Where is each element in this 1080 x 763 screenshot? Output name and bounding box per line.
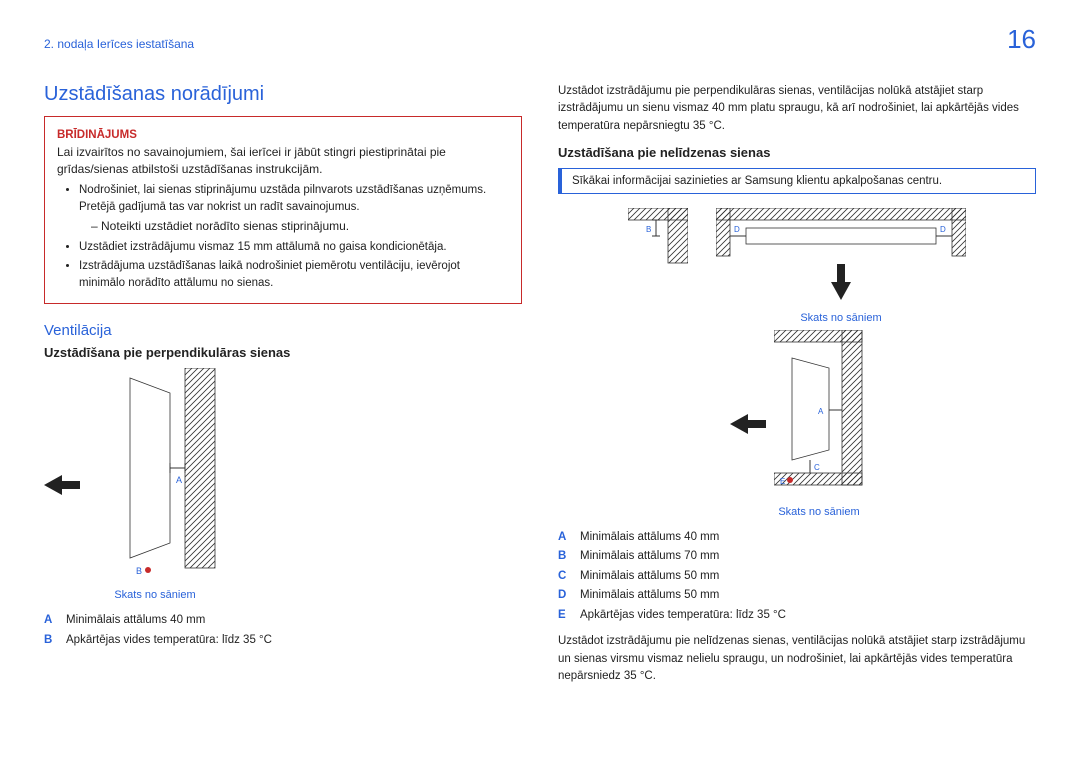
- legend-2-e-text: Apkārtējas vides temperatūra: līdz 35 °C: [580, 606, 786, 626]
- figure-2-plan-svg: D D: [716, 208, 966, 266]
- legend-2-d-key: D: [558, 586, 572, 606]
- figure-2-label-a: A: [818, 407, 824, 416]
- chapter-label: 2. nodaļa Ierīces iestatīšana: [44, 37, 194, 51]
- figure-2-side-caption: Skats no sāniem: [778, 506, 859, 518]
- figure-2-label-d1: D: [734, 225, 740, 234]
- figure-2-plan: D D Skats no sāniem: [716, 208, 966, 324]
- warning-bullet-1: Nodrošiniet, lai sienas stiprinājumu uzs…: [79, 182, 509, 215]
- page-number: 16: [1007, 24, 1036, 55]
- legend-2-e: E Apkārtējas vides temperatūra: līdz 35 °…: [558, 606, 1036, 626]
- figure-2-side: B: [628, 208, 688, 266]
- arrow-left-icon-2: [730, 414, 766, 434]
- right-outro: Uzstādot izstrādājumu pie nelīdzenas sie…: [558, 633, 1036, 685]
- figure-1-label-b: B: [136, 566, 142, 576]
- right-column: Uzstādot izstrādājumu pie perpendikulāra…: [558, 83, 1036, 689]
- legend-1-b-key: B: [44, 631, 58, 651]
- figure-2-label-b: B: [646, 225, 651, 234]
- figure-1-svg: A B: [90, 368, 220, 583]
- ventilation-heading: Ventilācija: [44, 322, 522, 339]
- legend-2-e-key: E: [558, 606, 572, 626]
- legend-2-b-text: Minimālais attālums 70 mm: [580, 547, 719, 567]
- figure-2-side-full: A C E Skats no sāniem: [774, 330, 864, 518]
- legend-2-c-key: C: [558, 567, 572, 587]
- warning-sub-bullet: Noteikti uzstādiet norādīto sienas stipr…: [79, 218, 509, 235]
- figure-1-row: A B Skats no sāniem: [44, 368, 522, 601]
- legend-2-a-text: Minimālais attālums 40 mm: [580, 528, 719, 548]
- warning-label: BRĪDINĀJUMS: [57, 127, 509, 144]
- page-header: 2. nodaļa Ierīces iestatīšana 16: [44, 24, 1036, 55]
- content-columns: Uzstādīšanas norādījumi BRĪDINĀJUMS Lai …: [44, 83, 1036, 689]
- legend-1-a: A Minimālais attālums 40 mm: [44, 611, 522, 631]
- legend-1-b-text: Apkārtējas vides temperatūra: līdz 35 °C: [66, 631, 272, 651]
- legend-1-b: B Apkārtējas vides temperatūra: līdz 35 …: [44, 631, 522, 651]
- figure-2-side-top-svg: B: [628, 208, 688, 266]
- legend-2-d-text: Minimālais attālums 50 mm: [580, 586, 719, 606]
- warning-intro: Lai izvairītos no savainojumiem, šai ier…: [57, 144, 509, 179]
- warning-box: BRĪDINĀJUMS Lai izvairītos no savainojum…: [44, 116, 522, 304]
- figure-1-caption: Skats no sāniem: [90, 589, 220, 601]
- legend-2-a: A Minimālais attālums 40 mm: [558, 528, 1036, 548]
- figure-2-container: B D D: [558, 208, 1036, 518]
- arrow-left-icon: [44, 475, 80, 495]
- legend-1-a-text: Minimālais attālums 40 mm: [66, 611, 205, 631]
- indented-heading: Uzstādīšana pie nelīdzenas sienas: [558, 145, 1036, 160]
- arrow-down-icon: [831, 266, 851, 306]
- left-column: Uzstādīšanas norādījumi BRĪDINĀJUMS Lai …: [44, 83, 522, 689]
- perpendicular-heading: Uzstādīšana pie perpendikulāras sienas: [44, 345, 522, 360]
- figure-2-bottom-row: A C E Skats no sāniem: [730, 330, 864, 518]
- legend-2: A Minimālais attālums 40 mm B Minimālais a…: [558, 528, 1036, 626]
- figure-1-label-a: A: [176, 475, 182, 485]
- section-title: Uzstādīšanas norādījumi: [44, 83, 522, 106]
- legend-2-b-key: B: [558, 547, 572, 567]
- legend-2-c: C Minimālais attālums 50 mm: [558, 567, 1036, 587]
- legend-1-a-key: A: [44, 611, 58, 631]
- legend-2-d: D Minimālais attālums 50 mm: [558, 586, 1036, 606]
- figure-2-plan-caption: Skats no sāniem: [800, 312, 881, 324]
- figure-2-label-d2: D: [940, 225, 946, 234]
- info-box: Sīkākai informācijai sazinieties ar Sams…: [558, 168, 1036, 194]
- legend-2-c-text: Minimālais attālums 50 mm: [580, 567, 719, 587]
- legend-2-a-key: A: [558, 528, 572, 548]
- figure-2-top-row: B D D: [628, 208, 966, 324]
- figure-2-label-e: E: [780, 477, 785, 486]
- legend-2-b: B Minimālais attālums 70 mm: [558, 547, 1036, 567]
- warning-bullet-2: Uzstādiet izstrādājumu vismaz 15 mm attā…: [79, 239, 509, 256]
- legend-1: A Minimālais attālums 40 mm B Apkārtējas…: [44, 611, 522, 650]
- right-intro: Uzstādot izstrādājumu pie perpendikulāra…: [558, 83, 1036, 135]
- warning-bullet-3: Izstrādājuma uzstādīšanas laikā nodrošin…: [79, 258, 509, 291]
- figure-1: A B Skats no sāniem: [90, 368, 220, 601]
- figure-2-side-svg: A C E: [774, 330, 864, 500]
- figure-2-label-c: C: [814, 463, 820, 472]
